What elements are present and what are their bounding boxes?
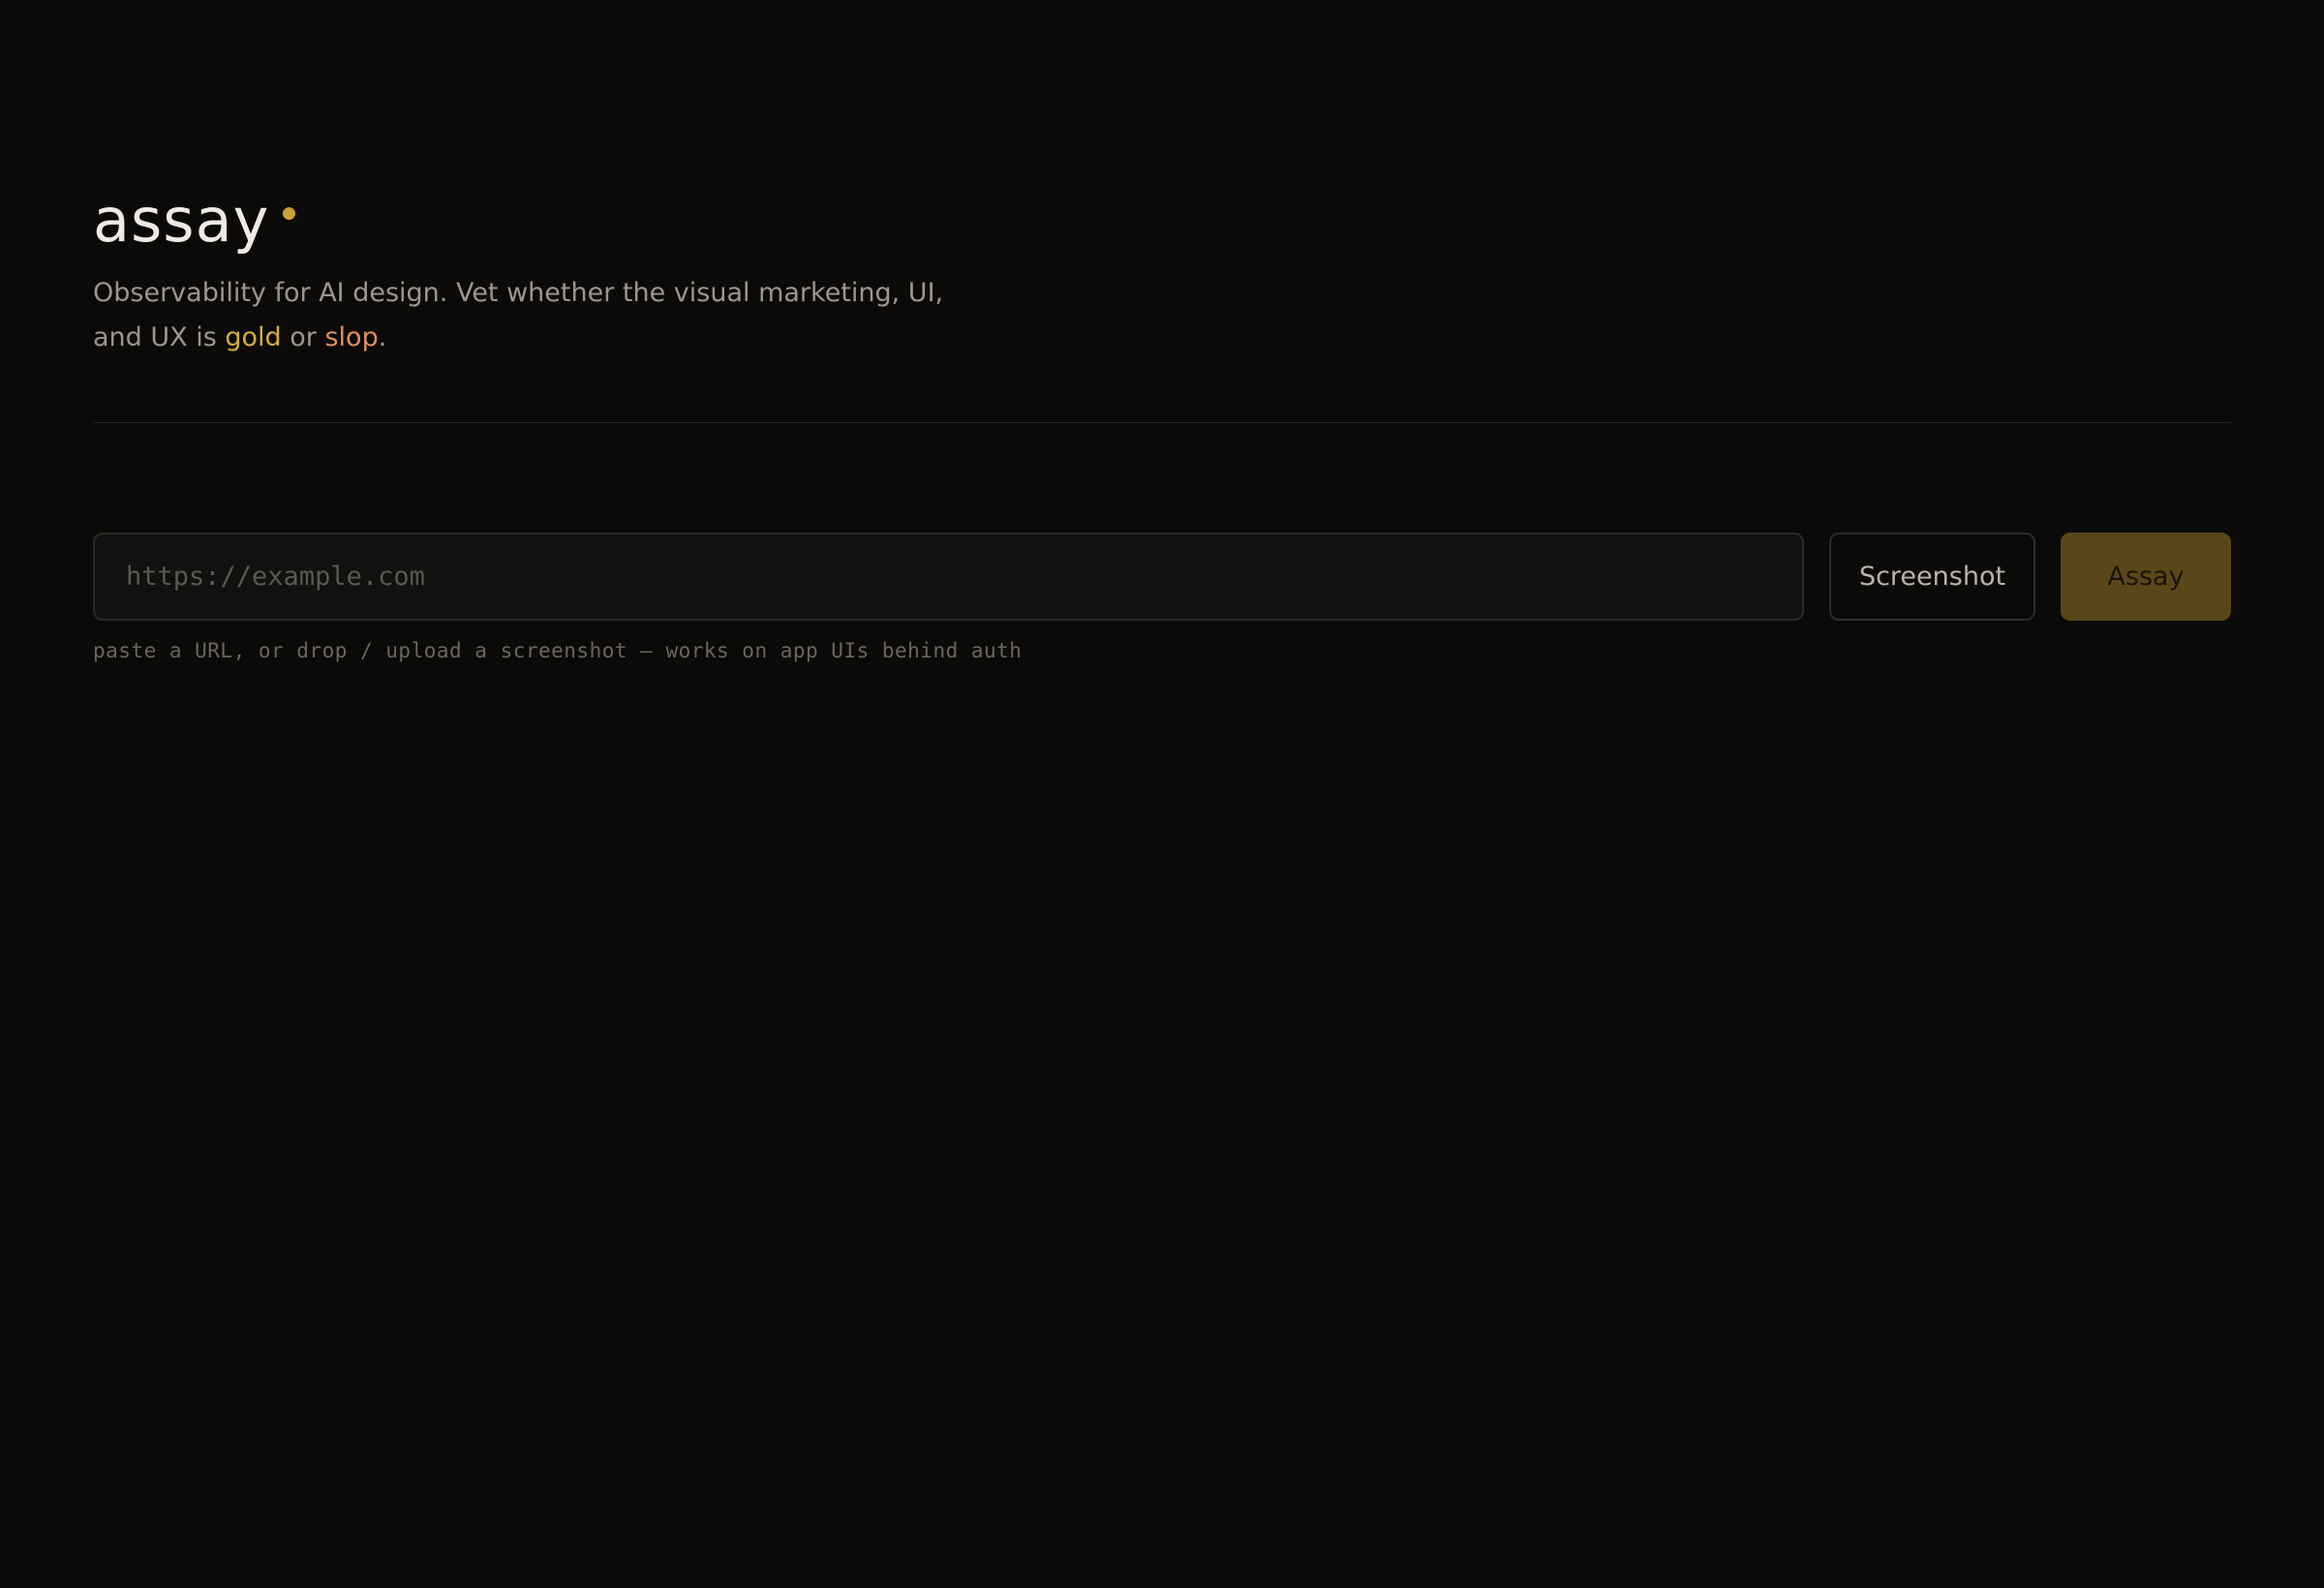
screenshot-button[interactable]: Screenshot: [1829, 533, 2035, 621]
assay-button[interactable]: Assay: [2061, 533, 2231, 621]
brand-title: assay: [93, 185, 270, 256]
brand-header: assay: [93, 182, 296, 260]
assay-form: Screenshot Assay: [93, 533, 2231, 621]
section-divider: [93, 422, 2231, 423]
brand-dot-icon: [283, 207, 296, 220]
page: assay Observability for AI design. Vet w…: [0, 0, 2324, 1588]
tagline-connector: or: [281, 322, 325, 352]
tagline: Observability for AI design. Vet whether…: [93, 271, 984, 360]
tagline-suffix: .: [378, 322, 387, 352]
tagline-text: Observability for AI design. Vet whether…: [93, 278, 944, 352]
tagline-slop-word: slop: [324, 322, 379, 352]
url-input[interactable]: [93, 533, 1804, 621]
input-hint: paste a URL, or drop / upload a screensh…: [93, 639, 1023, 662]
tagline-gold-word: gold: [225, 322, 282, 352]
